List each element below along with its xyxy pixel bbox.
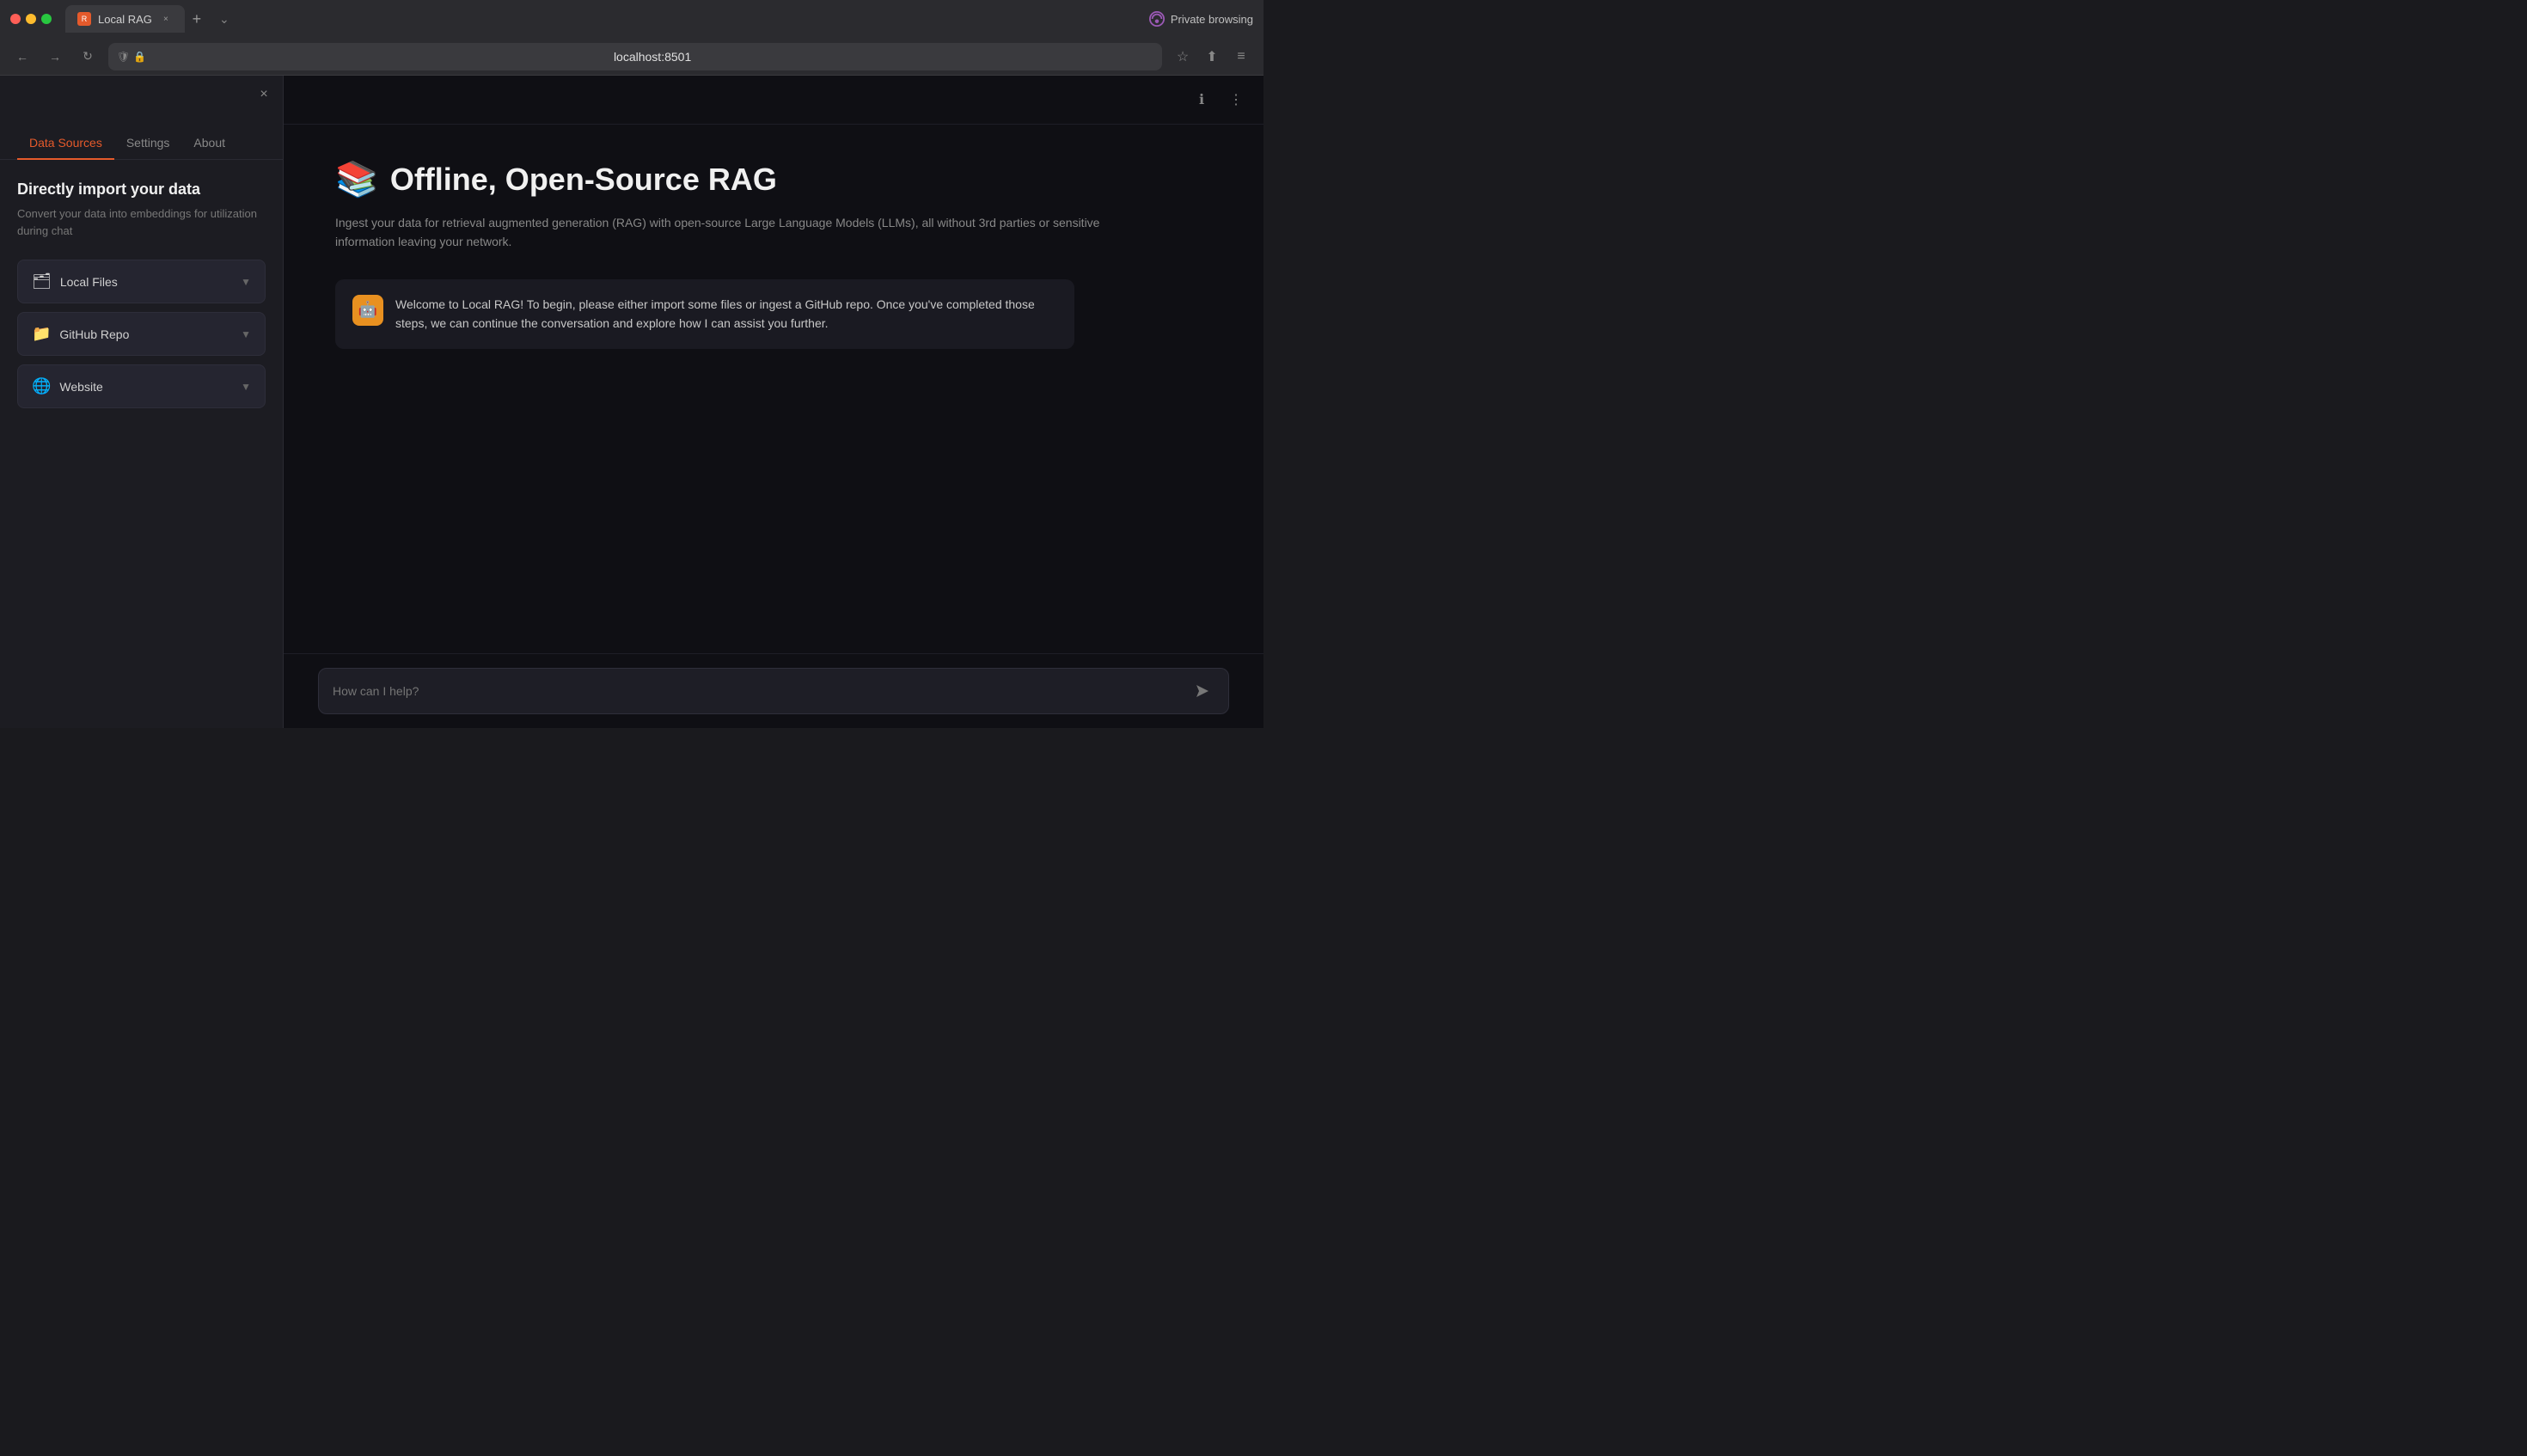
data-source-website[interactable]: 🌐 Website ▼ [17, 364, 266, 408]
bot-avatar: 🤖 [352, 295, 383, 326]
bookmark-button[interactable]: ☆ [1171, 45, 1195, 69]
hero-description: Ingest your data for retrieval augmented… [335, 213, 1109, 252]
address-bar-security-icons: 🛡 🔒 [117, 51, 146, 63]
github-repo-icon: 📁 [32, 325, 51, 343]
chat-input-container [318, 668, 1229, 714]
website-chevron-icon: ▼ [241, 381, 251, 393]
minimize-window-button[interactable] [26, 14, 36, 24]
info-button[interactable]: ℹ [1188, 86, 1215, 113]
more-options-button[interactable]: ⋮ [1222, 86, 1250, 113]
traffic-lights [10, 14, 52, 24]
extensions-button[interactable]: ⬆ [1200, 45, 1224, 69]
sidebar-title: Directly import your data [17, 180, 266, 199]
sidebar-tabs: Data Sources Settings About [0, 76, 283, 160]
tab-data-sources[interactable]: Data Sources [17, 127, 114, 160]
close-window-button[interactable] [10, 14, 21, 24]
navigation-bar: ← → ↻ 🛡 🔒 localhost:8501 ☆ ⬆ ≡ [0, 38, 1264, 76]
maximize-window-button[interactable] [41, 14, 52, 24]
main-toolbar: ℹ ⋮ [284, 76, 1264, 125]
main-body: 📚 Offline, Open-Source RAG Ingest your d… [284, 125, 1264, 653]
browser-chrome: R Local RAG × + ⌄ Private browsing ← → ↻ [0, 0, 1264, 76]
back-button[interactable]: ← [10, 45, 34, 69]
hero-emoji: 📚 [335, 159, 378, 199]
data-source-website-label: 🌐 Website [32, 377, 103, 395]
welcome-message-text: Welcome to Local RAG! To begin, please e… [395, 295, 1057, 333]
github-repo-chevron-icon: ▼ [241, 328, 251, 340]
local-files-icon: 🗂 [32, 272, 52, 291]
browser-menu-button[interactable]: ≡ [1229, 45, 1253, 69]
tab-about[interactable]: About [181, 127, 237, 160]
sidebar: × Data Sources Settings About Directly i… [0, 76, 284, 728]
forward-button[interactable]: → [43, 45, 67, 69]
tab-dropdown-button[interactable]: ⌄ [212, 7, 236, 31]
browser-tab-local-rag[interactable]: R Local RAG × [65, 5, 185, 33]
hero-title: 📚 Offline, Open-Source RAG [335, 159, 1212, 199]
sidebar-subtitle: Convert your data into embeddings for ut… [17, 205, 266, 239]
refresh-button[interactable]: ↻ [76, 45, 100, 69]
chat-input-bar [284, 653, 1264, 728]
sidebar-body: Directly import your data Convert your d… [0, 160, 283, 728]
welcome-message: 🤖 Welcome to Local RAG! To begin, please… [335, 279, 1074, 349]
tab-favicon: R [77, 12, 91, 26]
website-icon: 🌐 [32, 377, 51, 395]
local-files-chevron-icon: ▼ [241, 276, 251, 288]
new-tab-button[interactable]: + [185, 7, 209, 31]
shield-icon: 🛡 [117, 51, 130, 63]
chat-input[interactable] [333, 684, 1182, 698]
close-tab-button[interactable]: × [159, 12, 173, 26]
main-content: ℹ ⋮ 📚 Offline, Open-Source RAG Ingest yo… [284, 76, 1264, 728]
nav-right-icons: ☆ ⬆ ≡ [1171, 45, 1253, 69]
private-browsing-label: Private browsing [1171, 13, 1253, 26]
data-source-github-repo[interactable]: 📁 GitHub Repo ▼ [17, 312, 266, 356]
data-source-github-repo-label: 📁 GitHub Repo [32, 325, 129, 343]
private-browsing-indicator: Private browsing [1148, 10, 1253, 28]
data-source-local-files-label: 🗂 Local Files [32, 272, 118, 291]
data-source-local-files[interactable]: 🗂 Local Files ▼ [17, 260, 266, 303]
address-url-text: localhost:8501 [151, 50, 1153, 64]
tab-settings[interactable]: Settings [114, 127, 182, 160]
title-bar: R Local RAG × + ⌄ Private browsing [0, 0, 1264, 38]
lock-icon: 🔒 [133, 51, 146, 63]
private-browsing-icon [1148, 10, 1166, 28]
address-bar[interactable]: 🛡 🔒 localhost:8501 [108, 43, 1162, 70]
app-content: × Data Sources Settings About Directly i… [0, 76, 1264, 728]
send-button[interactable] [1190, 679, 1215, 703]
tab-bar: R Local RAG × + ⌄ [65, 5, 1141, 33]
tab-title: Local RAG [98, 13, 152, 26]
sidebar-close-button[interactable]: × [254, 84, 274, 105]
